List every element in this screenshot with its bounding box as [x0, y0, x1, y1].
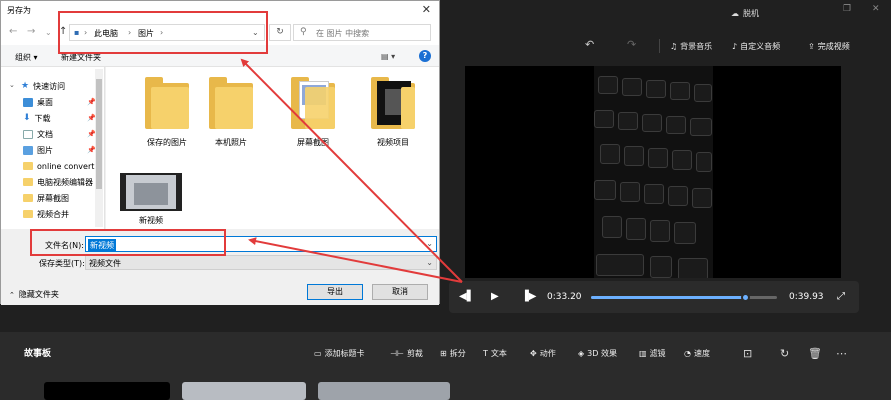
annotation-arrows [240, 58, 463, 283]
annotation-arrow [240, 58, 463, 283]
annotation-arrow [248, 237, 463, 283]
